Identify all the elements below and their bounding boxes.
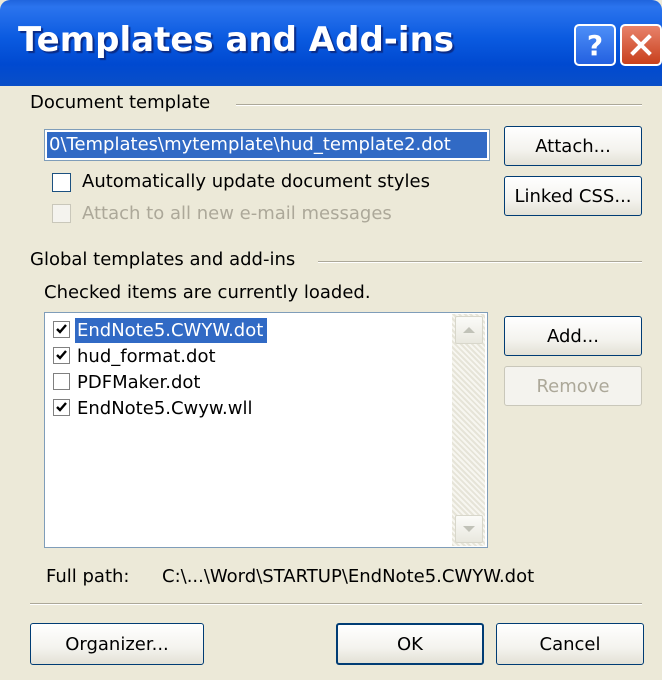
remove-button[interactable]: Remove: [504, 366, 642, 406]
template-path-value: 0\Templates\mytemplate\hud_template2.dot: [47, 132, 487, 158]
attach-email-label: Attach to all new e-mail messages: [82, 203, 392, 224]
full-path-label: Full path:: [46, 566, 130, 587]
scroll-up-button[interactable]: [455, 316, 483, 344]
checkmark-icon: [56, 324, 67, 334]
vertical-scrollbar[interactable]: [452, 314, 485, 546]
list-item[interactable]: hud_format.dot: [49, 344, 446, 369]
full-path-value: C:\...\Word\STARTUP\EndNote5.CWYW.dot: [162, 566, 535, 587]
addins-listbox[interactable]: EndNote5.CWYW.dot hud_format.dot PDFMake…: [44, 312, 488, 548]
organizer-button[interactable]: Organizer...: [30, 623, 204, 665]
list-item-label: EndNote5.CWYW.dot: [75, 318, 268, 343]
auto-update-checkbox[interactable]: [52, 173, 71, 192]
ok-button[interactable]: OK: [336, 623, 484, 665]
list-item-checkbox[interactable]: [53, 399, 70, 416]
dialog-title: Templates and Add-ins: [18, 20, 455, 60]
close-button[interactable]: [620, 24, 662, 66]
global-templates-divider: [318, 261, 642, 263]
attach-email-checkbox[interactable]: [52, 204, 71, 223]
list-item-label: EndNote5.Cwyw.wll: [77, 398, 253, 419]
arrow-down-icon: [463, 526, 475, 532]
list-item[interactable]: EndNote5.Cwyw.wll: [49, 396, 446, 421]
linked-css-button[interactable]: Linked CSS...: [504, 176, 642, 216]
close-icon: [630, 34, 652, 56]
attach-button[interactable]: Attach...: [504, 126, 642, 166]
list-item-label: hud_format.dot: [77, 346, 216, 367]
cancel-button[interactable]: Cancel: [496, 623, 644, 665]
scroll-down-button[interactable]: [455, 515, 483, 543]
add-button[interactable]: Add...: [504, 316, 642, 356]
list-item-checkbox[interactable]: [53, 347, 70, 364]
list-item-checkbox[interactable]: [53, 321, 70, 338]
document-template-group-label: Document template: [30, 92, 211, 113]
checkmark-icon: [56, 402, 67, 412]
list-item-label: PDFMaker.dot: [77, 372, 201, 393]
template-path-field[interactable]: 0\Templates\mytemplate\hud_template2.dot: [44, 129, 490, 161]
auto-update-label[interactable]: Automatically update document styles: [82, 171, 430, 192]
help-icon: ?: [586, 28, 604, 62]
templates-dialog: Templates and Add-ins ? Document templat…: [0, 0, 662, 680]
title-bar[interactable]: Templates and Add-ins ?: [0, 0, 662, 86]
list-item[interactable]: PDFMaker.dot: [49, 370, 446, 395]
checkmark-icon: [56, 350, 67, 360]
document-template-divider: [236, 104, 642, 106]
help-button[interactable]: ?: [574, 24, 616, 66]
list-item[interactable]: EndNote5.CWYW.dot: [49, 318, 446, 343]
list-item-checkbox[interactable]: [53, 373, 70, 390]
global-templates-group-label: Global templates and add-ins: [30, 249, 296, 270]
footer-separator: [30, 603, 642, 605]
global-templates-hint: Checked items are currently loaded.: [44, 282, 371, 303]
arrow-up-icon: [463, 327, 475, 333]
